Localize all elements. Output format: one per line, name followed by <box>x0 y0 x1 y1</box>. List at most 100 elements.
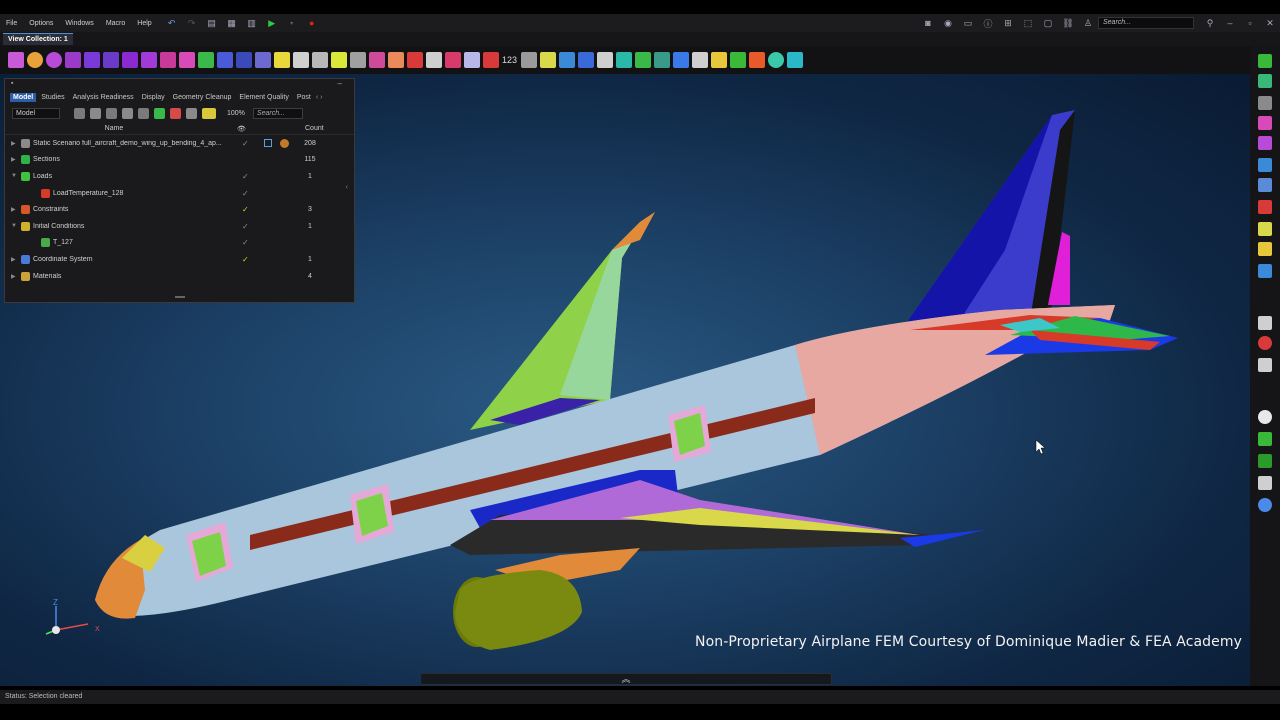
panel-menu-icon[interactable]: ▪ <box>11 80 13 87</box>
pin-icon[interactable] <box>1258 358 1272 372</box>
color-mode-icon[interactable] <box>202 107 216 119</box>
sketch-icon[interactable] <box>274 52 290 68</box>
filter-icon[interactable] <box>74 107 85 119</box>
tab-scroll-arrows-icon[interactable]: ‹ › <box>316 94 323 101</box>
cube-view-icon[interactable] <box>1258 54 1272 68</box>
tree-row[interactable]: ▶ Constraints ✓ 3 <box>5 201 354 218</box>
undo-icon[interactable]: ↶ <box>166 17 178 29</box>
numbering-tool[interactable]: 123 <box>502 55 517 65</box>
face-icon[interactable] <box>312 52 328 68</box>
section-cut-icon[interactable] <box>1258 116 1272 130</box>
text-icon[interactable] <box>559 52 576 68</box>
add-view-icon[interactable] <box>1258 74 1272 88</box>
minimize-icon[interactable]: – <box>1224 17 1236 29</box>
link-icon[interactable]: ⛓ <box>1062 17 1074 29</box>
tree-row[interactable]: T_127 ✓ <box>5 235 354 252</box>
visibility-check-icon[interactable]: ✓ <box>242 189 249 198</box>
cursor-tool-icon[interactable] <box>1258 200 1272 214</box>
transparency-icon[interactable] <box>1258 476 1272 490</box>
clip-icon[interactable] <box>1258 136 1272 150</box>
panel-resize-handle[interactable] <box>175 296 185 298</box>
surface-icon[interactable] <box>293 52 309 68</box>
tree-row[interactable]: ▼ Loads ✓ 1 <box>5 168 354 185</box>
open-file-icon[interactable]: ▤ <box>206 17 218 29</box>
node-icon[interactable] <box>103 52 119 68</box>
info-icon[interactable]: ⓘ <box>982 17 994 29</box>
surface-sphere-icon[interactable] <box>46 52 62 68</box>
align-icon[interactable] <box>540 52 557 68</box>
tab-element-quality[interactable]: Element Quality <box>236 93 291 102</box>
column-count[interactable]: Count <box>305 125 324 132</box>
line-icon[interactable] <box>236 52 252 68</box>
layers-icon[interactable] <box>578 52 595 68</box>
expand-arrow-right-icon[interactable]: ▶ <box>11 256 21 263</box>
split-icon[interactable] <box>635 52 652 68</box>
expand-arrow-right-icon[interactable]: ▶ <box>11 273 21 280</box>
measure-icon[interactable] <box>350 52 366 68</box>
shading-sphere-icon[interactable] <box>1258 410 1272 424</box>
fit-all-icon[interactable] <box>787 52 804 68</box>
probe-tool-icon[interactable] <box>1258 336 1272 350</box>
run-icon[interactable]: ▶ <box>266 17 278 29</box>
snapshot-icon[interactable]: ◉ <box>942 17 954 29</box>
shape-icon[interactable] <box>388 52 404 68</box>
group-icon[interactable] <box>90 107 101 119</box>
ruler-icon[interactable] <box>1258 316 1272 330</box>
delete-icon[interactable] <box>483 52 499 68</box>
user-icon[interactable]: ♙ <box>1082 17 1094 29</box>
sweep-icon[interactable] <box>673 52 690 68</box>
select-box-icon[interactable] <box>264 139 272 148</box>
record-icon[interactable]: ● <box>306 17 318 29</box>
panel-collapse-arrow-icon[interactable]: ‹ <box>346 184 348 191</box>
edge-icon[interactable] <box>217 52 233 68</box>
tree-row[interactable]: ▶ Coordinate System ✓ 1 <box>5 251 354 268</box>
expand-icon[interactable] <box>106 107 117 119</box>
camera-icon[interactable]: ◙ <box>922 17 934 29</box>
bottom-panel-toggle[interactable]: ︽ <box>420 673 832 685</box>
menu-windows[interactable]: Windows <box>59 20 99 27</box>
save-as-icon[interactable]: ▥ <box>246 17 258 29</box>
tree-row[interactable]: ▼ Initial Conditions ✓ 1 <box>5 218 354 235</box>
tab-analysis-readiness[interactable]: Analysis Readiness <box>70 93 137 102</box>
tab-display[interactable]: Display <box>139 93 168 102</box>
expand-arrow-right-icon[interactable]: ▶ <box>11 206 21 213</box>
connector-icon[interactable] <box>369 52 385 68</box>
shaded-layers-icon[interactable] <box>1258 432 1272 446</box>
probe-icon[interactable] <box>597 52 614 68</box>
expand-arrow-down-icon[interactable]: ▼ <box>11 173 21 179</box>
visibility-check-icon[interactable]: ✓ <box>242 172 249 181</box>
wireframe-icon[interactable] <box>1258 454 1272 468</box>
page-icon[interactable]: ▢ <box>1042 17 1054 29</box>
moment-icon[interactable] <box>464 52 480 68</box>
view-collection-tab[interactable]: View Collection: 1 <box>3 33 73 45</box>
mode-select[interactable]: Model <box>12 107 60 119</box>
expand-arrow-right-icon[interactable]: ▶ <box>11 156 21 163</box>
visibility-check-icon[interactable]: ✓ <box>242 139 249 148</box>
expand-arrow-right-icon[interactable]: ▶ <box>11 140 21 147</box>
tree-row[interactable]: ▶ Materials 4 <box>5 268 354 285</box>
wave-icon[interactable] <box>1258 242 1272 256</box>
menu-help[interactable]: Help <box>131 20 157 27</box>
isolate-icon[interactable] <box>138 107 149 119</box>
list-icon[interactable] <box>1258 178 1272 192</box>
close-icon[interactable]: ✕ <box>1264 17 1276 29</box>
visibility-check-icon[interactable]: ✓ <box>242 222 249 231</box>
redo-icon[interactable]: ↷ <box>186 17 198 29</box>
orient-icon[interactable] <box>1258 96 1272 110</box>
solid-mesh-icon[interactable] <box>122 52 138 68</box>
find-icon[interactable] <box>616 52 633 68</box>
tab-studies[interactable]: Studies <box>38 93 67 102</box>
table-icon[interactable] <box>654 52 671 68</box>
menu-options[interactable]: Options <box>23 20 59 27</box>
axes-icon[interactable] <box>1258 158 1272 172</box>
renumber-icon[interactable] <box>521 52 538 68</box>
point-icon[interactable] <box>331 52 347 68</box>
refresh-icon[interactable] <box>768 52 785 68</box>
force-icon[interactable] <box>426 52 442 68</box>
mesh-icon[interactable] <box>65 52 81 68</box>
tree-options-icon[interactable] <box>186 107 197 119</box>
menu-file[interactable]: File <box>0 20 23 27</box>
shell-mesh-icon[interactable] <box>141 52 157 68</box>
tab-geometry-cleanup[interactable]: Geometry Cleanup <box>170 93 235 102</box>
visibility-column-icon[interactable]: 👁 <box>237 125 246 133</box>
